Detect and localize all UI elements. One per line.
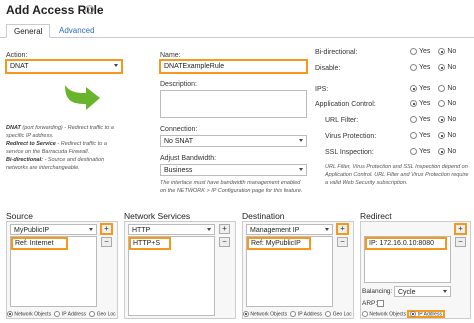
disable-no-radio[interactable] (438, 64, 446, 71)
ips-no-radio[interactable] (438, 85, 446, 92)
tab-general[interactable]: General (6, 24, 51, 38)
source-add-button[interactable]: + (100, 223, 113, 235)
source-list: Ref: Internet (10, 236, 97, 307)
redirect-list-item[interactable]: IP: 172.16.0.10:8080 (365, 237, 447, 250)
description-textarea[interactable] (160, 90, 307, 118)
app-control-yes-radio[interactable] (410, 100, 417, 107)
ssl-inspection-yes-radio[interactable] (410, 148, 417, 155)
source-geo-location-radio[interactable] (89, 311, 96, 317)
name-input[interactable]: DNATExampleRule (159, 59, 308, 74)
redirect-type-radio-group: Network Objects IP Address (362, 309, 445, 319)
ips-radio-group: Yes No (410, 85, 456, 92)
ips-label: IPS: (315, 86, 329, 93)
disable-radio-group: Yes No (410, 64, 456, 71)
chevron-down-icon (325, 228, 329, 231)
redirect-ip-address-radio[interactable] (410, 311, 417, 317)
destination-remove-button[interactable]: − (337, 237, 348, 247)
services-select-value: HTTP (132, 227, 151, 234)
redirect-ip-address-option[interactable]: IP Address (407, 309, 445, 319)
description-label: Description: (160, 81, 197, 88)
chevron-down-icon (299, 139, 303, 142)
arp-label: ARP: (362, 300, 378, 307)
chevron-down-icon (443, 290, 447, 293)
action-select[interactable]: DNAT (5, 59, 123, 74)
connection-value: No SNAT (164, 138, 194, 145)
connection-select[interactable]: No SNAT (160, 135, 307, 147)
action-label: Action: (6, 52, 28, 59)
source-remove-button[interactable]: − (101, 237, 112, 247)
app-control-label: Application Control: (315, 101, 376, 108)
services-list-item[interactable]: HTTP+S (129, 237, 171, 250)
action-value: DNAT (10, 63, 29, 70)
ips-yes-radio[interactable] (410, 85, 417, 92)
disable-yes-radio[interactable] (410, 64, 417, 71)
destination-add-button[interactable]: + (336, 223, 349, 235)
bidirectional-no-radio[interactable] (438, 48, 446, 55)
virus-protection-label: Virus Protection: (325, 133, 377, 140)
url-filter-no-radio[interactable] (438, 116, 446, 123)
source-ip-address-radio[interactable] (54, 311, 61, 317)
chevron-down-icon (207, 228, 211, 231)
bidirectional-label: Bi-directional: (315, 49, 358, 56)
chevron-down-icon (114, 64, 118, 67)
arp-checkbox[interactable] (377, 300, 384, 307)
disable-label: Disable: (315, 65, 341, 72)
ssl-inspection-label: SSL Inspection: (325, 149, 374, 156)
destination-geo-location-radio[interactable] (325, 311, 332, 317)
virus-protection-yes-radio[interactable] (410, 132, 417, 139)
bandwidth-help: The interface must have bandwidth manage… (160, 180, 303, 194)
redirect-remove-button[interactable]: − (455, 237, 466, 247)
bandwidth-select[interactable]: Business (160, 164, 307, 176)
destination-list: Ref: MyPublicIP (246, 236, 333, 307)
source-list-item[interactable]: Ref: Internet (11, 237, 68, 250)
bidirectional-radio-group: Yes No (410, 48, 456, 55)
options-note: URL Filter, Virus Protection and SSL Ins… (325, 164, 469, 186)
source-type-radio-group: Network Objects IP Address Geo Loc (7, 311, 116, 317)
balancing-value: Cycle (398, 289, 416, 296)
connection-label: Connection: (160, 126, 198, 133)
ssl-inspection-no-radio[interactable] (438, 148, 446, 155)
redirect-add-button[interactable]: + (454, 223, 467, 235)
url-filter-label: URL Filter: (325, 117, 359, 124)
source-title: Source (6, 211, 33, 221)
virus-protection-radio-group: Yes No (410, 132, 456, 139)
bidirectional-yes-radio[interactable] (410, 48, 417, 55)
redirect-list: IP: 172.16.0.10:8080 (364, 236, 451, 283)
services-title: Network Services (124, 211, 191, 221)
chevron-down-icon (89, 228, 93, 231)
redirect-arrow-icon (65, 85, 100, 110)
help-icon[interactable]: ? (85, 5, 94, 14)
ssl-inspection-radio-group: Yes No (410, 148, 456, 155)
app-control-no-radio[interactable] (438, 100, 446, 107)
chevron-down-icon (299, 168, 303, 171)
name-label: Name: (160, 52, 181, 59)
destination-select-value: Management IP (250, 227, 300, 234)
services-add-button[interactable]: + (219, 224, 230, 234)
services-remove-button[interactable]: − (219, 237, 230, 247)
virus-protection-no-radio[interactable] (438, 132, 446, 139)
tab-advanced[interactable]: Advanced (52, 24, 102, 38)
url-filter-yes-radio[interactable] (410, 116, 417, 123)
app-control-radio-group: Yes No (410, 100, 456, 107)
balancing-select[interactable]: Cycle (394, 286, 451, 297)
balancing-label: Balancing: (362, 288, 393, 295)
destination-list-item[interactable]: Ref: MyPublicIP (247, 237, 311, 250)
services-list: HTTP+S (128, 236, 215, 316)
action-help: DNAT (port forwarding) - Redirect traffi… (6, 125, 114, 171)
destination-title: Destination (242, 211, 285, 221)
destination-select[interactable]: Management IP (246, 224, 333, 235)
tab-bar: General Advanced (0, 21, 474, 38)
redirect-title: Redirect (360, 211, 392, 221)
source-select-value: MyPublicIP (14, 227, 50, 234)
destination-type-radio-group: Network Objects IP Address Geo Loc (243, 311, 352, 317)
bandwidth-label: Adjust Bandwidth: (160, 155, 217, 162)
destination-ip-address-radio[interactable] (290, 311, 297, 317)
redirect-network-objects-radio[interactable] (362, 311, 368, 317)
destination-network-objects-radio[interactable] (243, 311, 249, 317)
bandwidth-value: Business (164, 167, 193, 174)
source-select[interactable]: MyPublicIP (10, 224, 97, 235)
services-select[interactable]: HTTP (128, 224, 215, 235)
url-filter-radio-group: Yes No (410, 116, 456, 123)
source-network-objects-radio[interactable] (7, 311, 13, 317)
